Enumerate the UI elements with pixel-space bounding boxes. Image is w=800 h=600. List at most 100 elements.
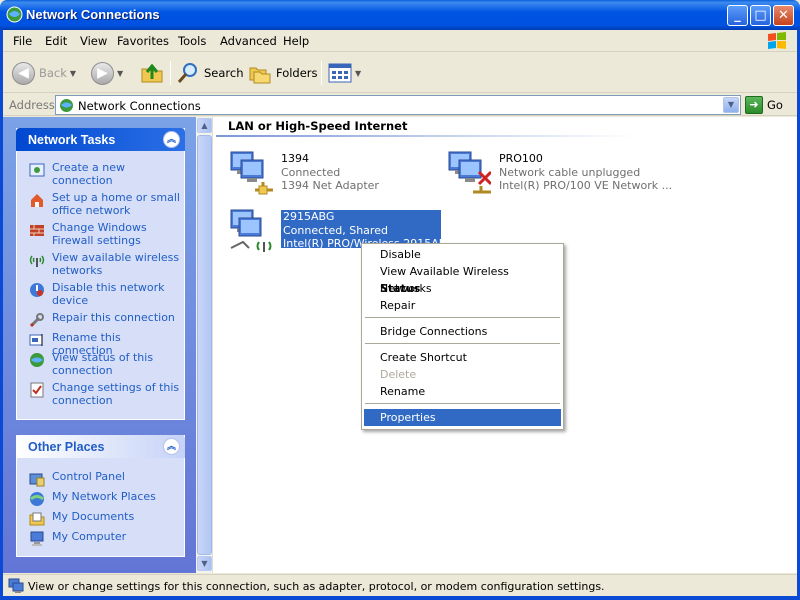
back-label: Back: [39, 66, 67, 80]
menu-repair[interactable]: Repair: [364, 297, 561, 314]
back-dropdown-icon[interactable]: ▼: [70, 69, 76, 78]
address-input[interactable]: Network Connections ▼: [55, 95, 741, 115]
rename-icon: [29, 334, 43, 346]
task-repair-connection[interactable]: Repair this connection: [17, 311, 184, 331]
go-button[interactable]: ➜ Go: [745, 96, 783, 114]
go-label: Go: [767, 98, 783, 112]
menu-favorites[interactable]: Favorites: [117, 34, 169, 48]
network-tasks-panel: Network Tasks ︽ Create a new connection …: [16, 128, 185, 420]
close-button[interactable]: ✕: [773, 5, 794, 26]
folders-button[interactable]: Folders: [248, 61, 318, 85]
connection-status-icon: [8, 578, 24, 593]
connection-pro100[interactable]: PRO100 Network cable unplugged Intel(R) …: [447, 150, 677, 196]
place-control-panel[interactable]: Control Panel: [17, 470, 184, 490]
folders-label: Folders: [276, 66, 318, 80]
menu-bridge-connections[interactable]: Bridge Connections: [364, 323, 561, 340]
windows-logo-icon: [768, 32, 786, 49]
group-header: LAN or High-Speed Internet: [228, 119, 408, 133]
menu-properties[interactable]: Properties: [364, 409, 561, 426]
connection-device: 1394 Net Adapter: [281, 179, 379, 192]
back-button[interactable]: ◀ Back ▼: [12, 61, 76, 85]
settings-checklist-icon: [30, 382, 44, 398]
toolbar: ◀ Back ▼ ▶ ▼ Search Folders ▼: [3, 53, 797, 93]
minimize-button[interactable]: _: [727, 5, 748, 26]
back-arrow-icon: ◀: [12, 61, 35, 85]
maximize-button[interactable]: □: [750, 5, 771, 26]
menu-create-shortcut[interactable]: Create Shortcut: [364, 349, 561, 366]
address-value: Network Connections: [78, 99, 201, 113]
menu-delete: Delete: [380, 368, 417, 381]
menu-advanced[interactable]: Advanced: [220, 34, 277, 48]
address-dropdown-icon[interactable]: ▼: [723, 97, 739, 113]
task-pane: Network Tasks ︽ Create a new connection …: [3, 117, 196, 573]
task-change-settings[interactable]: Change settings of this connection: [17, 381, 184, 411]
search-icon: [177, 63, 197, 83]
toolbar-separator: [170, 61, 171, 85]
menu-separator: [365, 343, 560, 344]
menu-view[interactable]: View: [80, 34, 107, 48]
forward-button[interactable]: ▶ ▼: [91, 61, 123, 85]
task-firewall-settings[interactable]: Change Windows Firewall settings: [17, 221, 184, 251]
address-bar: Address Network Connections ▼ ➜ Go: [3, 94, 797, 116]
my-computer-icon: [30, 531, 44, 546]
network-adapter-unplugged-icon: [448, 151, 491, 194]
menu-file[interactable]: File: [13, 34, 32, 48]
place-my-computer[interactable]: My Computer: [17, 530, 184, 550]
network-adapter-icon: [230, 151, 273, 195]
menu-disable[interactable]: Disable: [364, 246, 561, 263]
views-button[interactable]: ▼: [328, 61, 361, 85]
task-create-connection[interactable]: Create a new connection: [17, 161, 184, 191]
network-tasks-header[interactable]: Network Tasks ︽: [16, 128, 185, 151]
task-view-wireless[interactable]: View available wireless networks: [17, 251, 184, 281]
connection-status: Network cable unplugged: [499, 165, 641, 179]
views-dropdown-icon[interactable]: ▼: [355, 69, 361, 78]
connection-status: Connected, Shared: [283, 223, 388, 237]
search-button[interactable]: Search: [176, 61, 244, 85]
title-bar[interactable]: Network Connections _ □ ✕: [0, 0, 800, 30]
scroll-up-icon[interactable]: ▲: [197, 118, 212, 133]
collapse-chevron-icon[interactable]: ︽: [163, 131, 180, 148]
place-my-documents[interactable]: My Documents: [17, 510, 184, 530]
menu-separator: [365, 317, 560, 318]
search-label: Search: [204, 66, 244, 80]
connection-name: 2915ABG: [283, 210, 335, 223]
home-network-icon: [31, 194, 43, 207]
scroll-thumb[interactable]: [197, 135, 212, 555]
status-icon: [30, 353, 44, 367]
new-connection-icon: [29, 163, 45, 177]
menu-view-wireless-networks[interactable]: View Available Wireless Networks: [364, 263, 561, 295]
task-home-network[interactable]: Set up a home or small office network: [17, 191, 184, 221]
collapse-chevron-icon[interactable]: ︽: [163, 438, 180, 455]
other-places-title: Other Places: [28, 440, 105, 454]
connection-device: Intel(R) PRO/100 VE Network ...: [499, 179, 673, 192]
scroll-down-icon[interactable]: ▼: [197, 556, 212, 571]
menu-separator: [365, 403, 560, 404]
up-folder-button[interactable]: [140, 61, 164, 85]
task-rename-connection[interactable]: Rename this connection: [17, 331, 184, 357]
window-frame-bottom: [0, 596, 800, 600]
network-places-icon: [30, 492, 44, 506]
task-disable-device[interactable]: Disable this network device: [17, 281, 184, 311]
forward-arrow-icon: ▶: [91, 61, 114, 85]
menu-edit[interactable]: Edit: [45, 34, 67, 48]
connection-name: PRO100: [499, 152, 543, 165]
menu-rename[interactable]: Rename: [364, 383, 561, 400]
connection-name: 1394: [281, 152, 309, 165]
forward-dropdown-icon[interactable]: ▼: [117, 69, 123, 78]
connection-1394[interactable]: 1394 Connected 1394 Net Adapter: [229, 150, 429, 196]
network-connections-icon: [60, 99, 73, 112]
address-label: Address: [9, 98, 55, 112]
vertical-scrollbar[interactable]: ▲ ▼: [196, 117, 213, 573]
menu-tools[interactable]: Tools: [178, 34, 206, 48]
group-divider: [216, 135, 636, 137]
disable-device-icon: [30, 283, 44, 297]
other-places-header[interactable]: Other Places ︽: [16, 435, 185, 458]
menu-status[interactable]: Status: [364, 280, 561, 297]
window-title: Network Connections: [26, 7, 160, 22]
folders-icon: [249, 67, 271, 84]
context-menu: Disable View Available Wireless Networks…: [361, 243, 564, 430]
task-view-status[interactable]: View status of this connection: [17, 351, 184, 381]
views-icon: [328, 63, 352, 83]
menu-help[interactable]: Help: [283, 34, 309, 48]
place-my-network-places[interactable]: My Network Places: [17, 490, 184, 510]
